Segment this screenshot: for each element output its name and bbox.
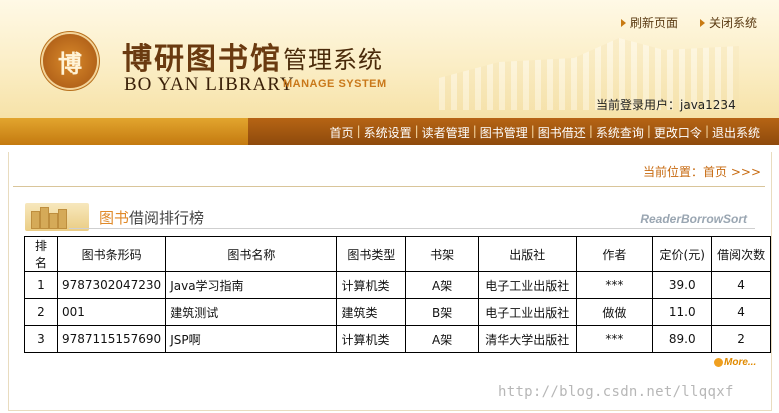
nav-item-home[interactable]: 首页: [327, 124, 357, 141]
cell-barcode: 9787302047230: [56, 271, 167, 299]
breadcrumb: 当前位置：首页 >>>: [643, 165, 761, 179]
table-row: 2 001 建筑测试 建筑类 B架 电子工业出版社 做做 11.0 4: [24, 298, 771, 326]
arrow-right-icon: [699, 18, 705, 27]
close-system-label: 关闭系统: [708, 16, 757, 30]
nav-item-logout[interactable]: 退出系统: [709, 124, 763, 141]
nav-item-reader-management[interactable]: 读者管理: [419, 124, 473, 141]
nav-item-book-management[interactable]: 图书管理: [477, 124, 531, 141]
close-system-link[interactable]: 关闭系统: [699, 14, 757, 31]
cell-rank: 3: [24, 325, 58, 353]
cell-rank: 2: [24, 298, 58, 326]
seal-char: 博: [58, 48, 82, 78]
cell-borrow-count: 4: [711, 271, 771, 299]
divider: [13, 186, 765, 187]
system-name-en: MANAGE SYSTEM: [283, 78, 387, 90]
cell-author: 做做: [575, 298, 654, 326]
cell-publisher: 电子工业出版社: [477, 298, 577, 326]
cell-borrow-count: 4: [711, 298, 771, 326]
nav-item-change-password[interactable]: 更改口令: [651, 124, 705, 141]
cell-publisher: 清华大学出版社: [477, 325, 577, 353]
cell-book-name: JSP啊: [165, 325, 338, 353]
col-header-book-name: 图书名称: [165, 236, 338, 272]
cell-book-type: 计算机类: [336, 271, 407, 299]
cell-book-name: 建筑测试: [165, 298, 338, 326]
library-name-cn: 博研图书馆: [122, 42, 282, 77]
section-title-highlight: 图书: [99, 209, 130, 227]
table-row: 3 9787115157690 JSP啊 计算机类 A架 清华大学出版社 ***…: [24, 325, 771, 353]
col-header-barcode: 图书条形码: [56, 236, 167, 272]
main-nav-bar: 首页 | 系统设置 | 读者管理 | 图书管理 | 图书借还 | 系统查询 | 更改口令 | …: [0, 118, 779, 145]
main-menu: 首页 | 系统设置 | 读者管理 | 图书管理 | 图书借还 | 系统查询 | 更改口令 | …: [327, 124, 763, 141]
col-header-publisher: 出版社: [477, 236, 577, 272]
nav-item-system-settings[interactable]: 系统设置: [361, 124, 415, 141]
cell-price: 39.0: [652, 271, 713, 299]
top-links: 刷新页面 关闭系统: [620, 14, 757, 31]
col-header-price: 定价(元): [652, 236, 713, 272]
more-label: More...: [724, 357, 757, 368]
system-name-cn: 管理系统: [283, 46, 383, 74]
cell-rank: 1: [24, 271, 58, 299]
section-header: 图书 借阅排行榜 ReaderBorrowSort: [25, 199, 755, 231]
col-header-book-type: 图书类型: [336, 236, 407, 272]
arrow-right-icon: [620, 18, 626, 27]
cell-book-name: Java学习指南: [165, 271, 338, 299]
col-header-rank: 排名: [24, 236, 58, 272]
cell-author: ***: [575, 271, 654, 299]
cell-borrow-count: 2: [711, 325, 771, 353]
borrow-ranking-table: 排名 图书条形码 图书名称 图书类型 书架 出版社 作者 定价(元) 借阅次数 …: [24, 236, 771, 353]
col-header-shelf: 书架: [405, 236, 479, 272]
cell-shelf: A架: [405, 271, 479, 299]
refresh-page-link[interactable]: 刷新页面: [620, 14, 678, 31]
divider: [69, 228, 755, 229]
nav-item-system-query[interactable]: 系统查询: [593, 124, 647, 141]
library-seal-logo: 博: [43, 34, 97, 88]
section-title: 借阅排行榜: [129, 209, 205, 227]
books-icon: [25, 203, 89, 231]
cell-publisher: 电子工业出版社: [477, 271, 577, 299]
cell-barcode: 001: [56, 298, 167, 326]
cell-book-type: 建筑类: [336, 298, 407, 326]
current-user-label: 当前登录用户：: [596, 98, 681, 112]
refresh-page-label: 刷新页面: [629, 16, 678, 30]
current-user-name: java1234: [680, 98, 736, 112]
col-header-author: 作者: [575, 236, 654, 272]
more-link[interactable]: More...: [714, 357, 756, 368]
table-row: 1 9787302047230 Java学习指南 计算机类 A架 电子工业出版社…: [24, 271, 771, 299]
cell-price: 89.0: [652, 325, 713, 353]
library-name-en: BO YAN LIBRARY: [124, 74, 295, 95]
current-user: 当前登录用户：java1234: [596, 96, 736, 113]
col-header-borrow-count: 借阅次数: [711, 236, 771, 272]
nav-item-book-borrow-return[interactable]: 图书借还: [535, 124, 589, 141]
cell-author: ***: [575, 325, 654, 353]
cell-book-type: 计算机类: [336, 325, 407, 353]
cell-shelf: A架: [405, 325, 479, 353]
cell-shelf: B架: [405, 298, 479, 326]
watermark: http://blog.csdn.net/llqqxf: [498, 384, 734, 400]
table-header-row: 排名 图书条形码 图书名称 图书类型 书架 出版社 作者 定价(元) 借阅次数: [24, 236, 771, 272]
content-panel: 当前位置：首页 >>> 图书 借阅排行榜 ReaderBorrowSort 排名…: [8, 152, 772, 411]
section-title-en: ReaderBorrowSort: [640, 212, 747, 226]
cell-price: 11.0: [652, 298, 713, 326]
more-dot-icon: [714, 357, 723, 367]
header-banner: 刷新页面 关闭系统 博 博研图书馆 管理系统 BO YAN LIBRARY MA…: [0, 0, 779, 118]
cell-barcode: 9787115157690: [56, 325, 167, 353]
